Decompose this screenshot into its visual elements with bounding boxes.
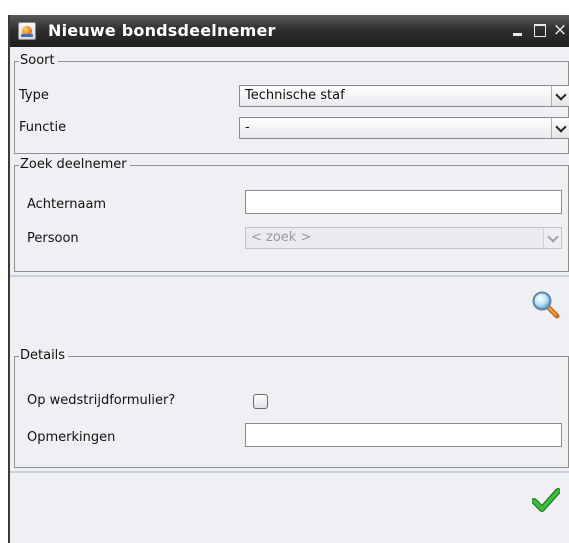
op-wedstrijdformulier-label: Op wedstrijdformulier?: [27, 393, 176, 408]
type-label: Type: [19, 88, 49, 103]
type-select-value: Technische staf: [245, 88, 345, 103]
details-group: Details Op wedstrijdformulier? Opmerking…: [14, 348, 569, 468]
dialog-window: Nieuwe bondsdeelnemer × Soort Type Techn…: [8, 15, 569, 543]
chevron-down-icon[interactable]: [551, 118, 569, 138]
zoek-deelnemer-group: Zoek deelnemer Achternaam Persoon < zoek…: [14, 157, 569, 272]
functie-select[interactable]: -: [239, 117, 569, 139]
functie-select-value: -: [245, 120, 250, 135]
section-separator: [10, 275, 569, 277]
maximize-icon[interactable]: [530, 20, 550, 40]
title-bar[interactable]: Nieuwe bondsdeelnemer ×: [10, 15, 569, 47]
persoon-select-value: < zoek >: [251, 230, 312, 245]
chevron-down-icon[interactable]: [543, 228, 561, 248]
soort-legend: Soort: [19, 53, 58, 69]
java-cup-icon: [18, 22, 36, 40]
green-checkmark-icon[interactable]: [532, 487, 560, 513]
close-icon[interactable]: ×: [550, 20, 569, 40]
persoon-label: Persoon: [27, 231, 79, 246]
magnifier-icon[interactable]: [531, 290, 561, 320]
section-separator: [10, 471, 569, 473]
achternaam-label: Achternaam: [27, 197, 107, 212]
functie-label: Functie: [19, 120, 67, 135]
window-title: Nieuwe bondsdeelnemer: [48, 21, 276, 40]
minimize-icon[interactable]: [508, 20, 528, 40]
op-wedstrijdformulier-checkbox[interactable]: [253, 394, 268, 409]
opmerkingen-label: Opmerkingen: [27, 430, 116, 445]
persoon-select[interactable]: < zoek >: [245, 227, 562, 249]
type-select[interactable]: Technische staf: [239, 85, 569, 107]
achternaam-input[interactable]: [245, 190, 562, 214]
chevron-down-icon[interactable]: [551, 86, 569, 106]
zoek-deelnemer-legend: Zoek deelnemer: [19, 157, 130, 173]
opmerkingen-input[interactable]: [245, 423, 562, 447]
details-legend: Details: [19, 348, 69, 364]
soort-group: Soort Type Technische staf Functie -: [14, 53, 569, 154]
